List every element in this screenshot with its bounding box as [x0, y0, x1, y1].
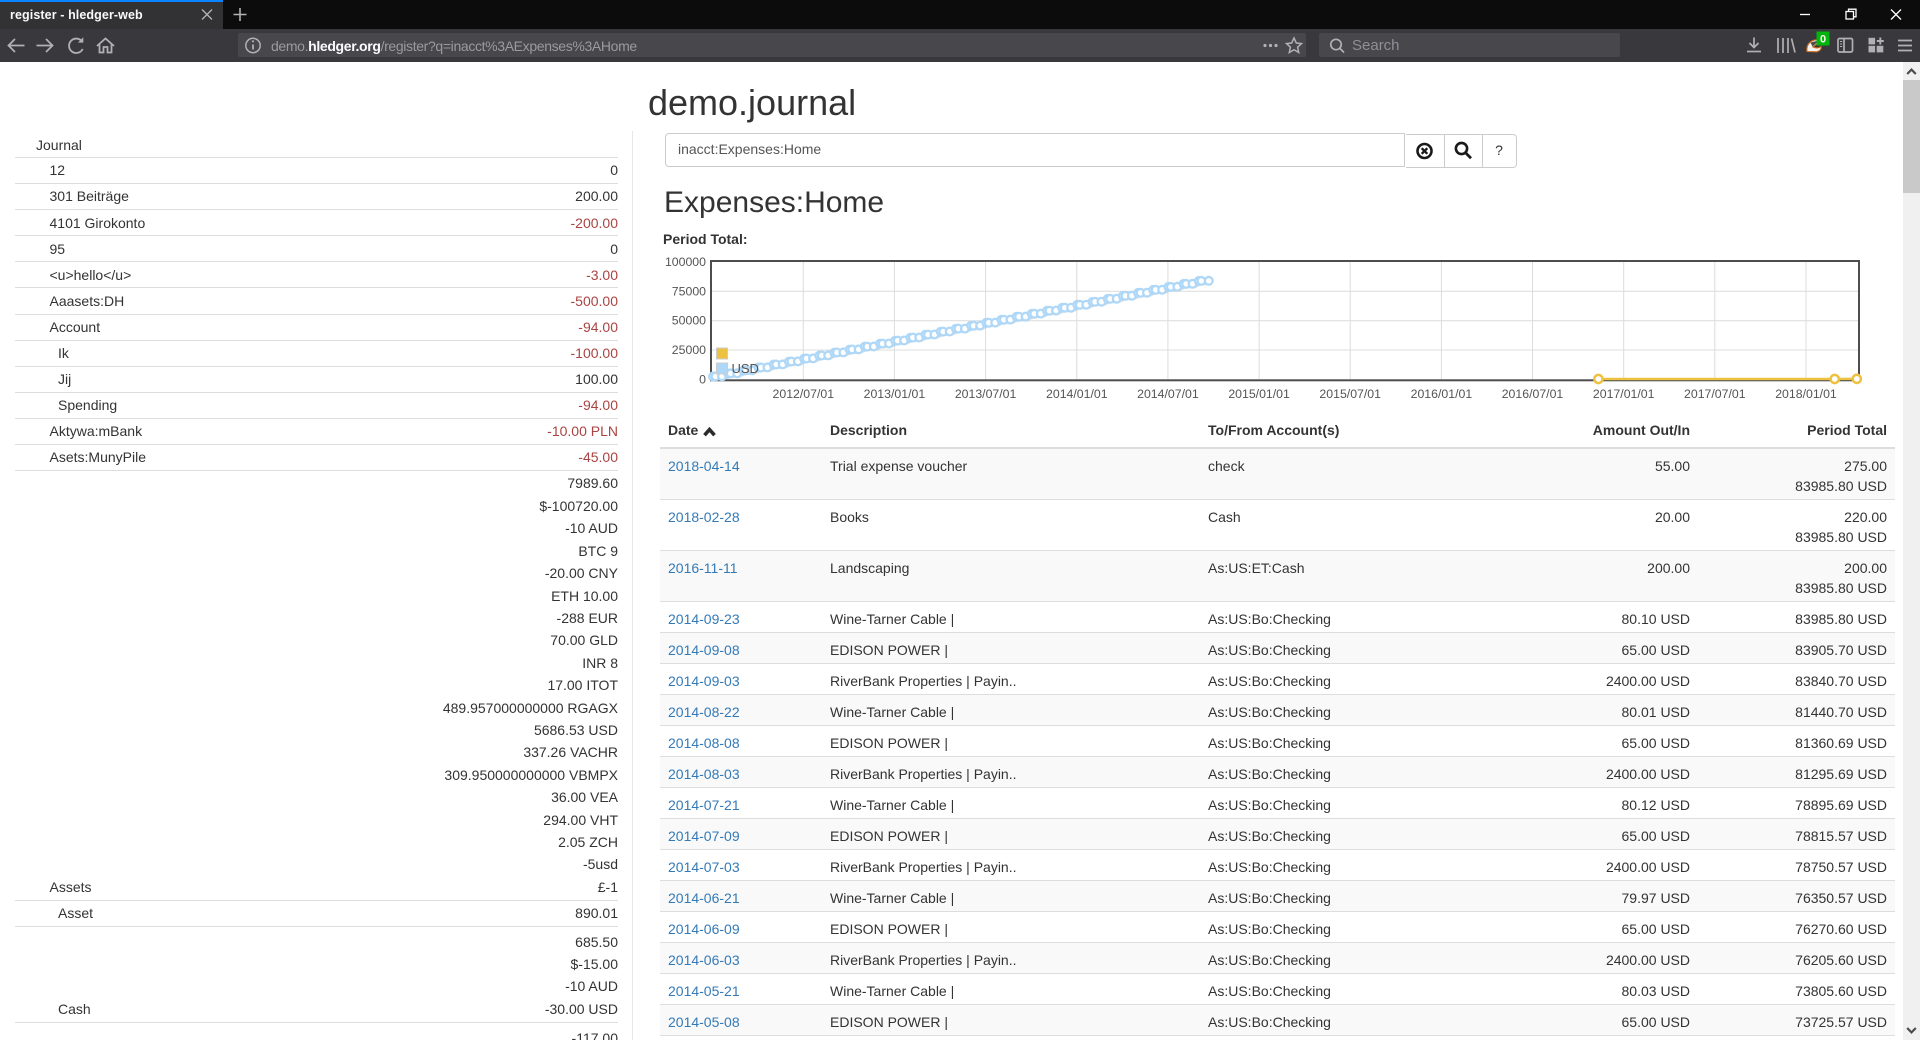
svg-text:0: 0: [1820, 34, 1826, 46]
svg-text:2012/07/01: 2012/07/01: [773, 387, 835, 401]
svg-text:2013/07/01: 2013/07/01: [955, 387, 1017, 401]
svg-text:25000: 25000: [672, 343, 706, 357]
svg-text:0: 0: [699, 372, 706, 386]
svg-text:2015/07/01: 2015/07/01: [1319, 387, 1381, 401]
svg-text:2016/01/01: 2016/01/01: [1411, 387, 1473, 401]
svg-text:50000: 50000: [672, 314, 706, 328]
svg-text:2017/07/01: 2017/07/01: [1684, 387, 1746, 401]
svg-text:2014/07/01: 2014/07/01: [1137, 387, 1199, 401]
svg-text:2018/01/01: 2018/01/01: [1775, 387, 1837, 401]
svg-text:100000: 100000: [665, 255, 706, 269]
svg-text:USD: USD: [732, 361, 759, 376]
svg-text:2014/01/01: 2014/01/01: [1046, 387, 1108, 401]
svg-text:2013/01/01: 2013/01/01: [864, 387, 926, 401]
svg-text:2017/01/01: 2017/01/01: [1593, 387, 1655, 401]
svg-text:2016/07/01: 2016/07/01: [1502, 387, 1564, 401]
svg-text:2015/01/01: 2015/01/01: [1228, 387, 1290, 401]
svg-text:75000: 75000: [672, 284, 706, 298]
